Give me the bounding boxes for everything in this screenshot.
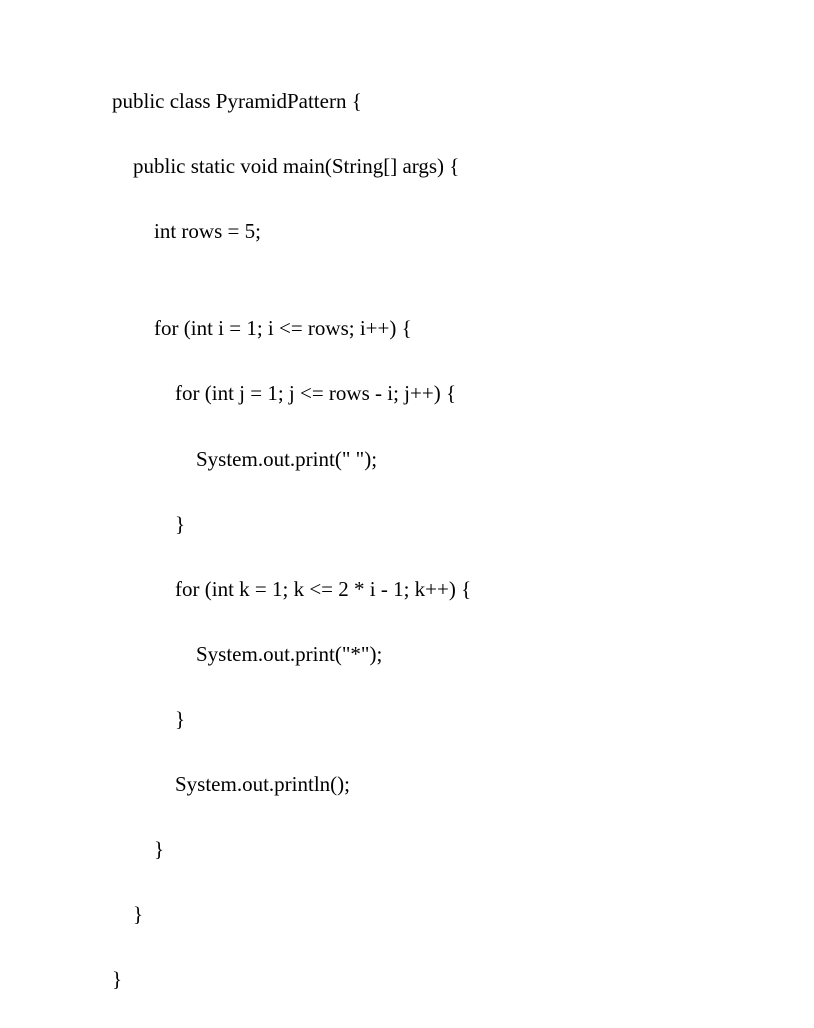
code-line: } [112, 703, 814, 736]
code-line: for (int j = 1; j <= rows - i; j++) { [112, 377, 814, 410]
code-line: System.out.println(); [112, 768, 814, 801]
code-line: int rows = 5; [112, 215, 814, 248]
code-line: for (int i = 1; i <= rows; i++) { [112, 312, 814, 345]
code-line: public class PyramidPattern { [112, 85, 814, 118]
code-line: for (int k = 1; k <= 2 * i - 1; k++) { [112, 573, 814, 606]
code-line: } [112, 898, 814, 931]
code-line: System.out.print(" "); [112, 443, 814, 476]
code-line: public static void main(String[] args) { [112, 150, 814, 183]
code-block: public class PyramidPattern { public sta… [0, 0, 814, 1028]
code-line: } [112, 833, 814, 866]
code-line: System.out.print("*"); [112, 638, 814, 671]
code-line: } [112, 963, 814, 996]
code-line: } [112, 508, 814, 541]
